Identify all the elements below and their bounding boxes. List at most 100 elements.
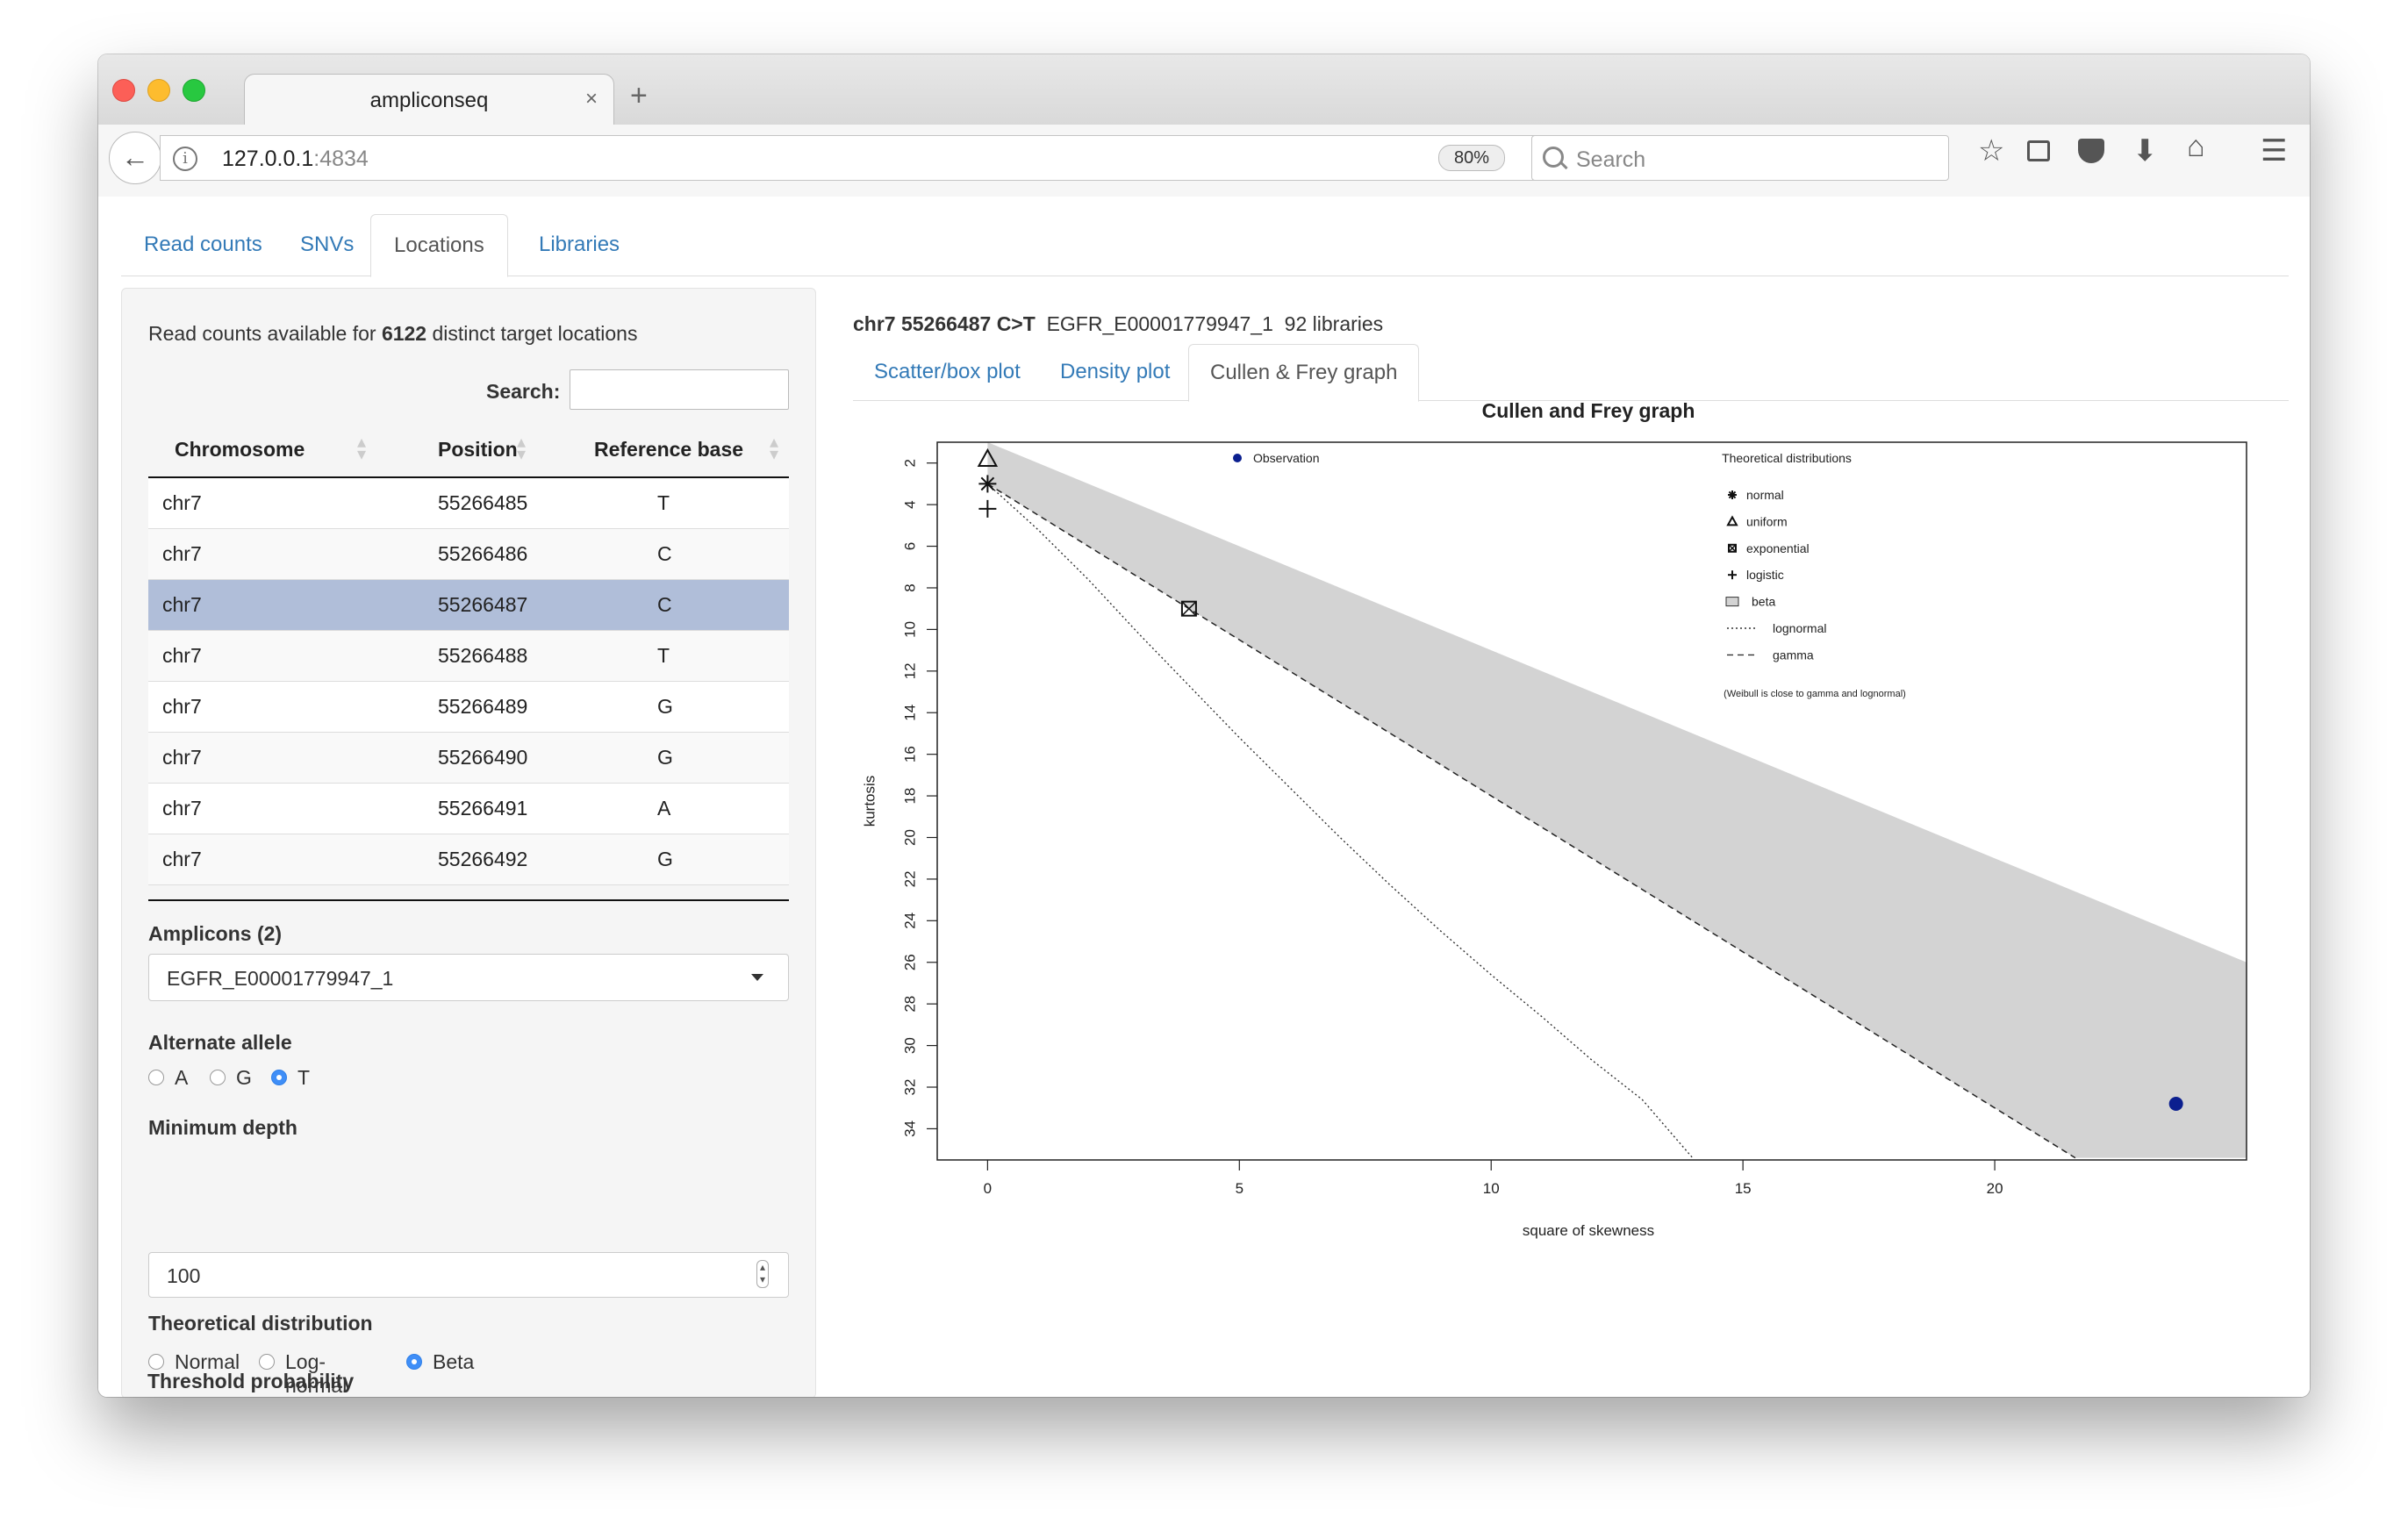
- tab-cullen-frey-graph[interactable]: Cullen & Frey graph: [1188, 344, 1420, 402]
- legend-entry-label: gamma: [1773, 648, 1814, 662]
- maximize-window-button[interactable]: [183, 79, 205, 102]
- table-cell: T: [657, 491, 670, 514]
- radio-log-normal[interactable]: [259, 1354, 275, 1370]
- amplicon-select-value: EGFR_E00001779947_1: [167, 967, 394, 990]
- new-tab-button[interactable]: +: [630, 81, 648, 111]
- table-cell: chr7: [162, 746, 202, 769]
- y-axis-label: kurtosis: [861, 776, 878, 827]
- y-tick-label: 6: [901, 542, 918, 550]
- url-text[interactable]: 127.0.0.1:4834: [222, 147, 369, 172]
- column-header-reference-base[interactable]: Reference base: [594, 438, 743, 462]
- table-cell: chr7: [162, 593, 202, 616]
- x-tick-label: 0: [984, 1180, 992, 1197]
- legend-entry-label: exponential: [1746, 541, 1810, 555]
- sort-icon[interactable]: ▴ ▾: [770, 433, 778, 463]
- table-cell: A: [657, 797, 671, 820]
- gamma-line: [986, 483, 2076, 1159]
- browser-tab[interactable]: ampliconseq ×: [244, 74, 614, 125]
- table-cell: chr7: [162, 491, 202, 514]
- table-cell: 55266485: [438, 491, 528, 514]
- y-tick-label: 18: [901, 788, 918, 805]
- alternate-allele-label: Alternate allele: [148, 1031, 292, 1054]
- browser-window: ampliconseq × + ← i 127.0.0.1:4834 80% ↻…: [98, 54, 2310, 1397]
- pocket-icon[interactable]: [2078, 139, 2104, 163]
- navigation-bar: ← i 127.0.0.1:4834 80% ↻ Search ☆ ⬇ ⌂ ☰: [98, 125, 2310, 197]
- column-header-position[interactable]: Position: [438, 438, 518, 462]
- sort-icon[interactable]: ▴ ▾: [357, 433, 366, 463]
- close-window-button[interactable]: [112, 79, 135, 102]
- search-placeholder: Search: [1576, 147, 1646, 172]
- minimum-depth-input[interactable]: 100 ▴ ▾: [148, 1252, 789, 1298]
- theoretical-distribution-label: Theoretical distribution: [148, 1312, 373, 1335]
- zoom-level-badge[interactable]: 80%: [1438, 145, 1505, 171]
- tab-density-plot[interactable]: Density plot: [1039, 344, 1191, 400]
- observation-point: [2168, 1096, 2183, 1111]
- download-icon[interactable]: ⬇: [2132, 133, 2158, 168]
- threshold-probability-label: Threshold probability: [147, 1370, 355, 1392]
- stepper-icon[interactable]: ▴ ▾: [756, 1260, 769, 1288]
- y-tick-label: 16: [901, 746, 918, 762]
- radio-allele-g-label[interactable]: G: [236, 1066, 252, 1090]
- sort-icon[interactable]: ▴ ▾: [517, 433, 526, 463]
- table-cell: C: [657, 593, 672, 616]
- table-cell: chr7: [162, 542, 202, 565]
- table-row[interactable]: chr7 55266486 C: [148, 529, 789, 580]
- y-tick-label: 22: [901, 870, 918, 887]
- table-row[interactable]: chr7 55266487 C: [148, 580, 789, 631]
- table-cell: 55266490: [438, 746, 528, 769]
- tab-locations[interactable]: Locations: [370, 214, 508, 277]
- x-tick-label: 15: [1735, 1180, 1752, 1197]
- exponential-marker: [1728, 543, 1737, 553]
- column-header-chromosome[interactable]: Chromosome: [175, 438, 305, 462]
- page-content: Read counts SNVs Locations Libraries Rea…: [98, 197, 2310, 1397]
- radio-allele-t[interactable]: [271, 1070, 287, 1085]
- normal-marker: [1728, 490, 1737, 499]
- y-tick-label: 10: [901, 621, 918, 638]
- tab-read-counts[interactable]: Read counts: [121, 214, 285, 276]
- radio-allele-a[interactable]: [148, 1070, 164, 1085]
- table-row[interactable]: chr7 55266489 G: [148, 682, 789, 733]
- y-tick-label: 12: [901, 662, 918, 679]
- legend-observation-point: [1233, 454, 1242, 462]
- table-body: chr7 55266485 Tchr7 55266486 Cchr7 55266487 Cc…: [148, 478, 789, 885]
- site-info-icon[interactable]: i: [173, 147, 197, 171]
- logistic-marker: [1728, 570, 1737, 580]
- tab-close-icon[interactable]: ×: [585, 87, 598, 111]
- radio-allele-t-label[interactable]: T: [297, 1066, 310, 1090]
- table-search-input[interactable]: [570, 369, 789, 410]
- amplicon-select[interactable]: EGFR_E00001779947_1: [148, 954, 789, 1001]
- table-row[interactable]: chr7 55266492 G: [148, 834, 789, 885]
- tab-libraries[interactable]: Libraries: [516, 214, 642, 276]
- table-cell: G: [657, 695, 673, 718]
- table-row[interactable]: chr7 55266490 G: [148, 733, 789, 784]
- plot-tabs: Scatter/box plot Density plot Cullen & F…: [853, 344, 2289, 402]
- main-panel: chr7 55266487 C>T EGFR_E00001779947_1 92…: [853, 288, 2289, 1397]
- back-arrow-icon: ←: [121, 141, 149, 173]
- radio-allele-g[interactable]: [210, 1070, 226, 1085]
- table-row[interactable]: chr7 55266485 T: [148, 478, 789, 529]
- menu-icon[interactable]: ☰: [2261, 133, 2287, 168]
- browser-search-input[interactable]: Search: [1531, 135, 1949, 181]
- back-button[interactable]: ←: [109, 132, 161, 184]
- address-bar[interactable]: i 127.0.0.1:4834 80% ↻: [160, 135, 1614, 181]
- x-tick-label: 5: [1236, 1180, 1243, 1197]
- bookmark-star-icon[interactable]: ☆: [1978, 133, 2004, 168]
- y-tick-label: 32: [901, 1079, 918, 1096]
- radio-normal[interactable]: [148, 1354, 164, 1370]
- home-icon[interactable]: ⌂: [2187, 130, 2205, 164]
- table-cell: T: [657, 644, 670, 667]
- radio-beta[interactable]: [406, 1354, 422, 1370]
- x-tick-label: 10: [1483, 1180, 1500, 1197]
- radio-allele-a-label[interactable]: A: [175, 1066, 188, 1090]
- location-amplicon: EGFR_E00001779947_1: [1046, 312, 1273, 335]
- minimize-window-button[interactable]: [147, 79, 170, 102]
- uniform-marker: [1726, 515, 1738, 526]
- reading-list-icon[interactable]: [2027, 140, 2050, 161]
- tab-scatter-box-plot[interactable]: Scatter/box plot: [853, 344, 1042, 400]
- legend-beta-swatch: [1725, 597, 1739, 607]
- locations-summary: Read counts available for 6122 distinct …: [148, 322, 637, 346]
- radio-beta-label[interactable]: Beta: [433, 1350, 474, 1374]
- tab-snvs[interactable]: SNVs: [277, 214, 376, 276]
- table-row[interactable]: chr7 55266488 T: [148, 631, 789, 682]
- table-row[interactable]: chr7 55266491 A: [148, 784, 789, 834]
